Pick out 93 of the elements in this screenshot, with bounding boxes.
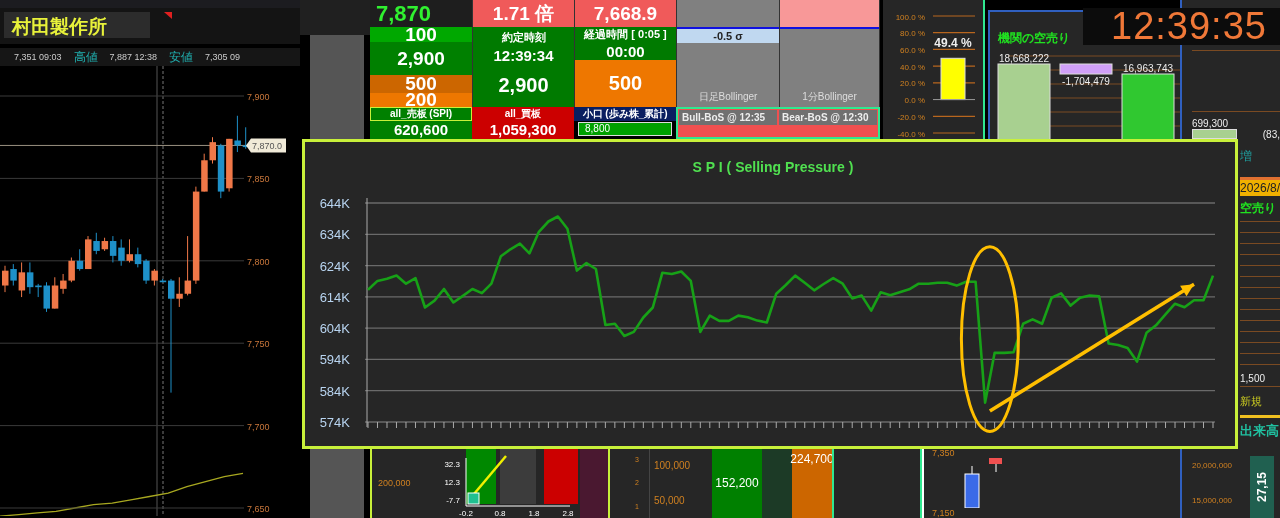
info-value: 7,351 09:03	[14, 52, 62, 62]
corner-marker-icon	[164, 12, 172, 19]
value-label: (83,	[1262, 129, 1280, 140]
price-axis-label: 7,650	[247, 504, 270, 514]
change-label: 増	[1240, 148, 1253, 165]
band-background	[544, 448, 578, 504]
axis-label: -20.0 %	[897, 112, 925, 122]
info-label: 高値	[73, 48, 98, 66]
panel-title: 空売り	[1240, 200, 1280, 217]
price-axis-label: 7,750	[247, 339, 270, 350]
order-book-value: 8,800	[578, 122, 672, 136]
value-label: 49.4 %	[934, 36, 972, 51]
volume-cell: 200	[370, 93, 472, 107]
axis-label: 12.3	[444, 478, 460, 487]
total-bar	[1121, 73, 1175, 140]
axis-label: 50,000	[654, 495, 686, 506]
clock: 12:39:35	[1083, 8, 1280, 45]
axis-label: 7,350	[932, 448, 955, 458]
bollinger-label: 日足Bollinger	[698, 90, 758, 104]
elapsed-volume: 500	[575, 60, 676, 107]
axis-label: 20.0 %	[900, 79, 925, 89]
price-axis-label: 7,900	[247, 92, 270, 102]
bos-label: Bull-BoS @ 12:35	[679, 110, 777, 125]
axis-label: -0.2	[459, 509, 473, 518]
order-book-label: all_売板 (SPI)	[370, 107, 472, 121]
axis-label: 80.0 %	[900, 29, 925, 39]
trade-volume: 2,900	[498, 74, 549, 97]
price-axis-label: 7,700	[247, 421, 270, 432]
trade-time: 12:39:34	[493, 47, 554, 64]
axis-label: 1.8	[528, 509, 540, 518]
axis-label: 32.3	[444, 460, 460, 469]
axis-label: 574K	[319, 415, 350, 430]
value-label: 27,15	[1255, 472, 1269, 502]
axis-label: 20,000,000	[1192, 461, 1234, 470]
axis-label: -40.0 %	[897, 129, 925, 139]
value-label: 699,300	[1192, 118, 1230, 129]
axis-label: 624K	[319, 258, 350, 274]
info-value: 7,887 12:38	[109, 52, 158, 62]
chart-title: S P I ( Selling Pressure )	[692, 159, 854, 175]
order-book-label: 小口 (歩み株_累計)	[574, 107, 676, 121]
axis-label: 100,000	[654, 460, 692, 471]
sigma-value: -0.5 σ	[677, 29, 779, 43]
trend-line	[473, 455, 507, 495]
axis-label: 604K	[319, 321, 350, 337]
chart-title: 機関の空売り	[998, 31, 1070, 45]
volume-cell: 100	[370, 27, 472, 42]
value-label: 152,200	[715, 476, 759, 490]
info-value: 7,305 09	[205, 52, 241, 62]
order-book-value: 1,059,300	[472, 121, 574, 139]
volume-cell: 500	[370, 75, 472, 93]
price-cell: 7,668.9	[575, 0, 676, 27]
axis-label: 7,150	[932, 508, 955, 518]
axis-label: 0.0 %	[904, 96, 925, 106]
price-cell: 7,870	[370, 0, 472, 27]
value-label: -1,704,479	[1062, 76, 1110, 87]
elapsed-time: 00:00	[606, 43, 645, 60]
ratio-cell: 1.71 倍	[473, 0, 574, 27]
axis-label: 0.8	[494, 509, 506, 518]
stock-name: 村田製作所	[4, 12, 150, 38]
bollinger-label: 1分Bollinger	[802, 90, 857, 104]
volume-cell: 2,900	[370, 42, 472, 75]
elapsed-label: 経過時間 [ 0:05 ]	[584, 27, 667, 42]
axis-label: 60.0 %	[900, 45, 925, 55]
info-label: 安値	[169, 48, 194, 66]
order-book-label: all_買板	[472, 107, 574, 121]
value-label: 18,668,222	[998, 53, 1050, 64]
band-background	[500, 448, 536, 504]
order-book-value: 620,600	[370, 121, 472, 139]
axis-label: 100.0 %	[895, 12, 925, 22]
candlestick-drawing	[962, 458, 1002, 508]
price-tag: 7,870.0	[246, 138, 286, 153]
change-bar	[1059, 63, 1113, 75]
axis-label: 2.8	[562, 509, 574, 518]
axis-label: 40.0 %	[900, 62, 925, 72]
axis-label: 614K	[319, 289, 350, 305]
axis-label: 594K	[319, 352, 350, 368]
axis-label: 634K	[319, 227, 350, 243]
trade-time-label: 約定時刻	[501, 30, 546, 45]
bos-label: Bear-BoS @ 12:30	[779, 110, 877, 125]
total-bar	[1192, 129, 1237, 139]
value-label: 16,963,743	[1122, 63, 1174, 74]
mini-chart-panel	[762, 448, 792, 518]
axis-label: 15,000,000	[1192, 496, 1234, 505]
price-axis-label: 7,800	[247, 256, 270, 267]
panel-title: 出来高	[1240, 422, 1280, 440]
axis-label: 644K	[319, 196, 350, 211]
date-label: 2026/8/	[1240, 177, 1280, 196]
axis-label: 200,000	[378, 478, 411, 488]
price-axis-label: 7,850	[247, 174, 270, 185]
ratio-bar	[940, 57, 966, 101]
value-label: 1,500	[1240, 373, 1280, 384]
axis-label: -7.7	[446, 496, 460, 505]
axis-label: 584K	[319, 383, 350, 399]
